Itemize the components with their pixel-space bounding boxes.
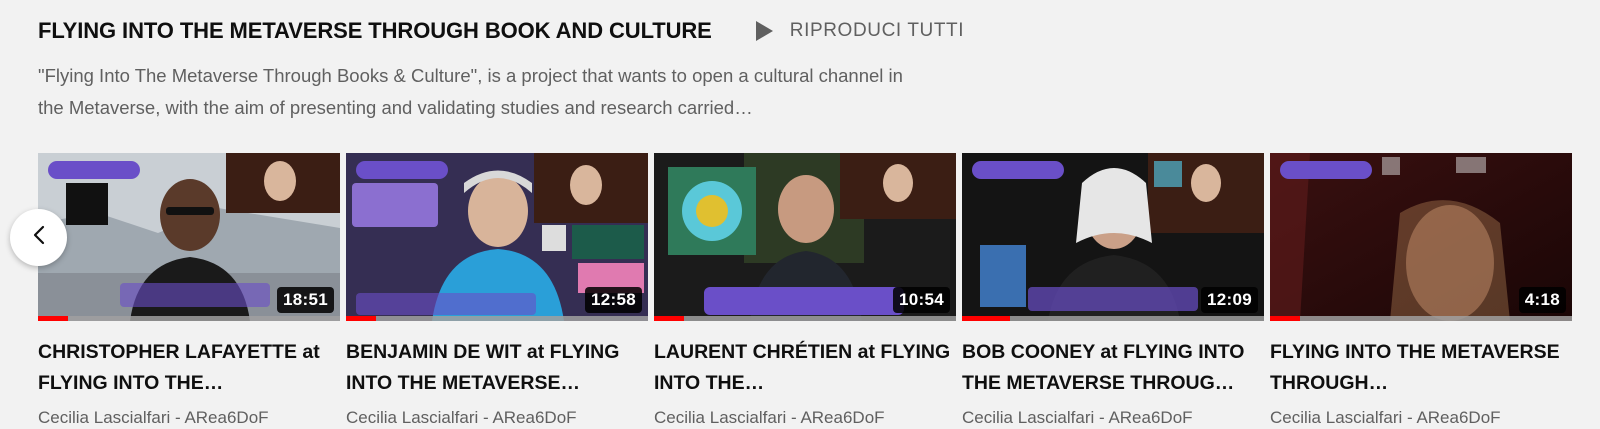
video-title[interactable]: BOB COONEY at FLYING INTO THE METAVERSE … [962, 337, 1264, 399]
video-title[interactable]: LAURENT CHRÉTIEN at FLYING INTO THE… [654, 337, 956, 399]
video-shelf: 18:51 CHRISTOPHER LAFAYETTE at FLYING IN… [38, 153, 1572, 428]
video-duration: 12:58 [585, 287, 642, 313]
watch-progress [346, 316, 648, 321]
channel-name[interactable]: Cecilia Lascialfari - ARea6DoF [962, 408, 1264, 428]
video-title[interactable]: CHRISTOPHER LAFAYETTE at FLYING INTO THE… [38, 337, 340, 399]
channel-name[interactable]: Cecilia Lascialfari - ARea6DoF [38, 408, 340, 428]
video-card[interactable]: 18:51 CHRISTOPHER LAFAYETTE at FLYING IN… [38, 153, 340, 428]
watch-progress [962, 316, 1264, 321]
shelf-header: FLYING INTO THE METAVERSE THROUGH BOOK A… [38, 18, 964, 44]
video-duration: 18:51 [277, 287, 334, 313]
video-card[interactable]: 10:54 LAURENT CHRÉTIEN at FLYING INTO TH… [654, 153, 956, 428]
shelf-prev-button[interactable] [10, 209, 67, 266]
channel-name[interactable]: Cecilia Lascialfari - ARea6DoF [1270, 408, 1572, 428]
play-all-button[interactable]: RIPRODUCI TUTTI [752, 19, 964, 43]
play-all-label: RIPRODUCI TUTTI [789, 20, 965, 41]
video-card[interactable]: 12:09 BOB COONEY at FLYING INTO THE META… [962, 153, 1264, 428]
watch-progress [654, 316, 956, 321]
video-title[interactable]: FLYING INTO THE METAVERSE THROUGH… [1270, 337, 1572, 399]
video-title[interactable]: BENJAMIN DE WIT at FLYING INTO THE METAV… [346, 337, 648, 399]
video-thumbnail[interactable]: 12:58 [346, 153, 648, 321]
video-duration: 4:18 [1518, 287, 1566, 313]
play-icon [752, 19, 776, 43]
watch-progress-fill [1270, 316, 1301, 321]
watch-progress-fill [38, 316, 69, 321]
channel-name[interactable]: Cecilia Lascialfari - ARea6DoF [654, 408, 956, 428]
video-thumbnail[interactable]: 18:51 [38, 153, 340, 321]
watch-progress-fill [962, 316, 1011, 321]
video-duration: 10:54 [893, 287, 950, 313]
channel-name[interactable]: Cecilia Lascialfari - ARea6DoF [346, 408, 648, 428]
video-thumbnail[interactable]: 12:09 [962, 153, 1264, 321]
watch-progress [1270, 316, 1572, 321]
video-card[interactable]: 12:58 BENJAMIN DE WIT at FLYING INTO THE… [346, 153, 648, 428]
watch-progress-fill [654, 316, 685, 321]
video-thumbnail[interactable]: 4:18 [1270, 153, 1572, 321]
video-card[interactable]: 4:18 FLYING INTO THE METAVERSE THROUGH… … [1270, 153, 1572, 428]
watch-progress-fill [346, 316, 377, 321]
chevron-left-icon [29, 223, 49, 252]
watch-progress [38, 316, 340, 321]
shelf-description: "Flying Into The Metaverse Through Books… [38, 65, 903, 118]
video-thumbnail[interactable]: 10:54 [654, 153, 956, 321]
video-duration: 12:09 [1201, 287, 1258, 313]
shelf-title[interactable]: FLYING INTO THE METAVERSE THROUGH BOOK A… [38, 18, 712, 44]
